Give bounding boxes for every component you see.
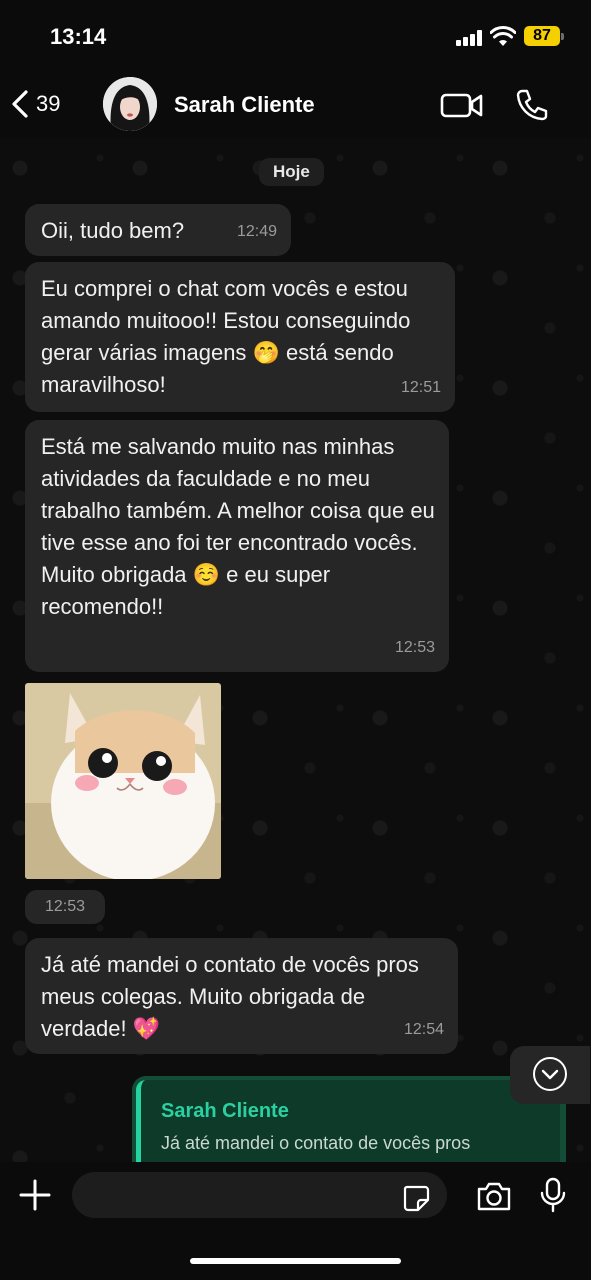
message-text: Eu comprei o chat com vocês e estou aman… bbox=[41, 276, 411, 397]
message-time: 12:51 bbox=[400, 379, 441, 396]
outgoing-message-bubble[interactable]: Sarah Cliente Já até mandei o contato de… bbox=[132, 1076, 566, 1162]
chevron-left-icon bbox=[12, 90, 28, 118]
contact-name[interactable]: Sarah Cliente bbox=[174, 92, 315, 118]
status-bar: 13:14 87 bbox=[0, 0, 591, 72]
chat-header: 39 Sarah Cliente bbox=[0, 72, 591, 138]
message-bubble[interactable]: Está me salvando muito nas minhas ativid… bbox=[25, 420, 449, 672]
message-time: 12:49 bbox=[236, 223, 277, 240]
chevron-down-icon bbox=[533, 1057, 567, 1091]
back-button[interactable]: 39 bbox=[10, 86, 90, 122]
avatar[interactable] bbox=[103, 77, 157, 131]
message-time: 12:53 bbox=[394, 639, 435, 656]
sticker-icon[interactable] bbox=[402, 1184, 430, 1212]
chat-area[interactable]: Hoje Oii, tudo bem? 12:49 Eu comprei o c… bbox=[0, 138, 591, 1162]
signal-icon bbox=[456, 30, 484, 46]
plus-icon[interactable] bbox=[18, 1178, 52, 1212]
video-call-icon[interactable] bbox=[440, 90, 484, 120]
microphone-icon[interactable] bbox=[540, 1177, 566, 1213]
status-time: 13:14 bbox=[50, 24, 107, 49]
phone-call-icon[interactable] bbox=[515, 88, 549, 122]
quote-text: Já até mandei o contato de vocês pros bbox=[161, 1133, 471, 1153]
message-text: Já até mandei o contato de vocês pros me… bbox=[41, 952, 419, 1041]
scroll-to-bottom-button[interactable] bbox=[510, 1046, 590, 1104]
message-time: 12:53 bbox=[25, 890, 105, 924]
quote-author: Sarah Cliente bbox=[161, 1100, 289, 1122]
message-composer bbox=[0, 1162, 591, 1280]
message-bubble[interactable]: Oii, tudo bem? 12:49 bbox=[25, 204, 291, 256]
message-bubble[interactable]: Já até mandei o contato de vocês pros me… bbox=[25, 938, 458, 1054]
unread-count: 39 bbox=[36, 91, 61, 116]
reply-quote[interactable]: Sarah Cliente Já até mandei o contato de… bbox=[136, 1080, 560, 1162]
battery-icon: 87 bbox=[524, 26, 564, 46]
message-input[interactable] bbox=[72, 1172, 447, 1218]
home-indicator bbox=[190, 1258, 401, 1264]
camera-icon[interactable] bbox=[476, 1180, 512, 1212]
wifi-icon bbox=[490, 26, 516, 46]
message-bubble[interactable]: Eu comprei o chat com vocês e estou aman… bbox=[25, 262, 455, 412]
date-separator: Hoje bbox=[259, 158, 324, 186]
message-time: 12:54 bbox=[403, 1021, 444, 1038]
message-text: Está me salvando muito nas minhas ativid… bbox=[41, 434, 435, 619]
cat-photo[interactable] bbox=[25, 683, 221, 879]
